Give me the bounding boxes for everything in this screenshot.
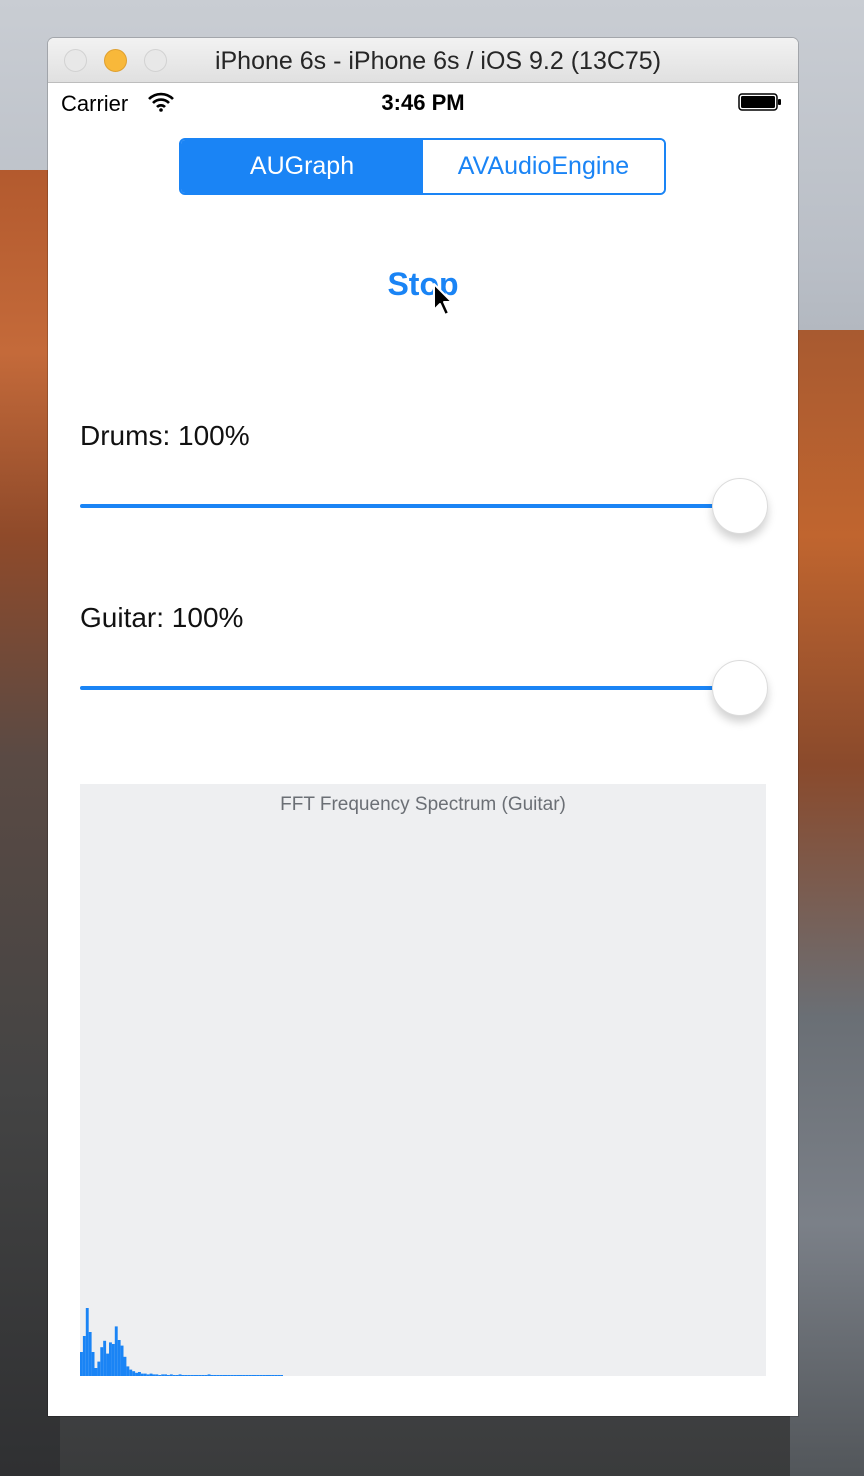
fft-bar <box>230 1375 234 1376</box>
fft-bar <box>178 1374 182 1376</box>
fft-bar <box>219 1375 223 1376</box>
fft-bar <box>94 1368 98 1376</box>
fft-bar <box>280 1375 283 1376</box>
battery-icon <box>738 93 781 111</box>
fft-bar <box>196 1375 199 1376</box>
fft-bar <box>184 1375 188 1376</box>
fft-bar <box>169 1374 173 1376</box>
guitar-volume-slider[interactable] <box>80 658 768 718</box>
fft-bar <box>233 1375 237 1376</box>
status-time: 3:46 PM <box>381 90 465 115</box>
fft-bar <box>274 1375 278 1376</box>
fft-bar <box>190 1375 194 1376</box>
fft-bar <box>248 1375 252 1376</box>
window-title: iPhone 6s - iPhone 6s / iOS 9.2 (13C75) <box>214 47 662 75</box>
mouse-cursor-icon <box>433 283 453 316</box>
fft-bar <box>242 1375 246 1376</box>
fft-bar <box>152 1374 156 1376</box>
fft-bar <box>271 1375 275 1376</box>
fft-bar <box>216 1375 220 1376</box>
fft-bar <box>268 1375 272 1376</box>
drums-slider-thumb[interactable] <box>712 478 768 534</box>
fft-bar <box>245 1375 249 1376</box>
guitar-slider-thumb[interactable] <box>712 660 768 716</box>
fft-bar <box>88 1332 92 1376</box>
fft-chart-title: FFT Frequency Spectrum (Guitar) <box>280 794 566 815</box>
fft-bar <box>103 1340 107 1376</box>
fft-bar <box>135 1372 138 1376</box>
simulator-window: iPhone 6s - iPhone 6s / iOS 9.2 (13C75) … <box>48 38 798 1416</box>
fft-bar <box>164 1374 167 1376</box>
fft-bar <box>181 1375 185 1376</box>
guitar-volume-label: Guitar: 100% <box>80 602 244 633</box>
fft-bar <box>111 1344 115 1376</box>
fft-bar <box>91 1352 95 1376</box>
fft-bar <box>198 1375 202 1376</box>
drums-slider-track[interactable] <box>80 504 740 508</box>
fft-bar <box>161 1374 165 1376</box>
segment-augraph[interactable]: AUGraph <box>181 140 423 193</box>
fft-bar <box>175 1375 179 1376</box>
fft-bar <box>120 1345 124 1376</box>
fft-bar <box>251 1375 254 1376</box>
fft-bar <box>129 1369 133 1376</box>
fft-bar <box>254 1375 257 1376</box>
fft-bar <box>132 1371 136 1376</box>
fft-bar <box>187 1375 191 1376</box>
stop-button[interactable]: Stop <box>48 266 798 303</box>
background-cliff-right <box>790 330 864 1476</box>
fft-bar <box>126 1366 130 1376</box>
fft-bar <box>85 1308 89 1376</box>
segment-avaudioengine[interactable]: AVAudioEngine <box>423 140 664 193</box>
fft-spectrum-plot <box>80 1308 283 1376</box>
fft-bar <box>149 1373 153 1376</box>
drums-volume-label: Drums: 100% <box>80 420 250 451</box>
fft-bar <box>138 1372 141 1376</box>
fft-bar <box>227 1375 231 1376</box>
fft-bar <box>222 1375 225 1376</box>
fft-bar <box>225 1375 228 1376</box>
fft-spectrum-chart: FFT Frequency Spectrum (Guitar) <box>80 784 766 1376</box>
fft-bar <box>167 1375 170 1376</box>
fft-bar <box>80 1352 83 1376</box>
fft-bar <box>262 1375 266 1376</box>
fft-bar <box>259 1375 263 1376</box>
fft-bar <box>100 1347 104 1376</box>
drums-volume-slider[interactable] <box>80 476 768 536</box>
status-bar: Carrier 3:46 PM <box>48 83 798 123</box>
fft-bar <box>106 1353 109 1376</box>
fft-bar <box>140 1373 144 1376</box>
fft-bar <box>146 1374 150 1376</box>
fft-bar <box>210 1375 214 1376</box>
fft-bar <box>172 1375 176 1376</box>
fft-bar <box>277 1375 281 1376</box>
fft-bar <box>265 1375 269 1376</box>
fft-bar <box>201 1375 205 1376</box>
fft-bar <box>207 1374 211 1376</box>
guitar-slider-track[interactable] <box>80 686 740 690</box>
fft-bar <box>114 1326 118 1376</box>
window-titlebar[interactable]: iPhone 6s - iPhone 6s / iOS 9.2 (13C75) <box>48 38 798 83</box>
fft-bar <box>109 1342 112 1376</box>
fft-bar <box>123 1356 127 1376</box>
engine-segmented-control[interactable]: AUGraph AVAudioEngine <box>179 138 666 195</box>
fft-bar <box>143 1373 147 1376</box>
fft-bar <box>193 1375 196 1376</box>
fft-bar <box>117 1340 121 1376</box>
fft-bar <box>97 1361 101 1376</box>
fft-bar <box>82 1336 86 1376</box>
fft-bar <box>236 1375 240 1376</box>
fft-bar <box>204 1375 208 1376</box>
fft-bar <box>239 1375 243 1376</box>
fft-bar <box>158 1375 162 1376</box>
fft-bar <box>213 1375 217 1376</box>
fft-bar <box>155 1374 159 1376</box>
fft-bar <box>256 1375 260 1376</box>
